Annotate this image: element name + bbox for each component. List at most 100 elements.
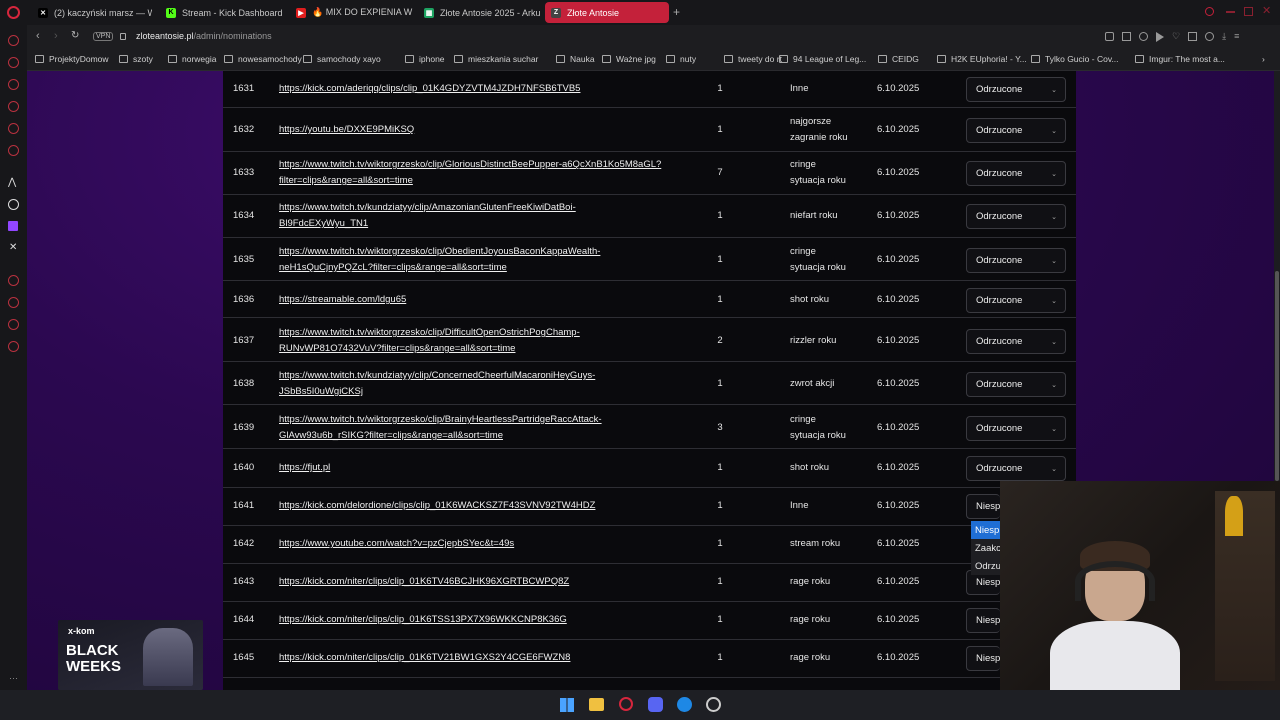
dropdown-option[interactable]: Niesp <box>971 521 1001 539</box>
bookmark-item[interactable]: H2K EUphoria! - Y... <box>937 54 1027 64</box>
obs-icon[interactable] <box>706 697 721 712</box>
category-line: shot roku <box>790 462 830 473</box>
account-icon[interactable] <box>1205 32 1215 41</box>
status-select[interactable]: Odrzucone ⌄ <box>966 288 1066 313</box>
nomination-link[interactable]: https://www.youtube.com/watch?v=pzCjepbS… <box>279 536 709 552</box>
messenger-icon[interactable] <box>8 101 19 112</box>
bookmark-item[interactable]: tweety do rt <box>724 54 782 64</box>
back-icon[interactable]: ‹ <box>36 30 40 42</box>
nomination-link[interactable]: https://kick.com/niter/clips/clip_01K6TV… <box>279 650 709 666</box>
status-select[interactable]: Odrzucone ⌄ <box>966 77 1066 102</box>
opera-logo-icon[interactable] <box>7 6 20 19</box>
play-icon[interactable] <box>1156 32 1164 42</box>
nomination-link[interactable]: https://www.twitch.tv/wiktorgrzesko/clip… <box>279 325 709 357</box>
nomination-link[interactable]: https://kick.com/niter/clips/clip_01K6TS… <box>279 612 709 628</box>
status-value: Odrzucone <box>976 211 1023 222</box>
minimize-icon[interactable] <box>1226 11 1235 13</box>
close-window-icon[interactable]: ✕ <box>1262 4 1271 17</box>
status-select[interactable]: Odrzucone ⌄ <box>966 456 1066 481</box>
status-select[interactable]: Odrzucone ⌄ <box>966 161 1066 186</box>
status-select[interactable]: Odrzucone ⌄ <box>966 416 1066 441</box>
nomination-link[interactable]: https://www.twitch.tv/kundziatyy/clip/Am… <box>279 200 709 232</box>
bookmark-item[interactable]: Imgur: The most a... <box>1135 54 1225 64</box>
heart-icon[interactable]: ♡ <box>1172 32 1180 42</box>
bookmark-item[interactable]: szoty <box>119 54 153 64</box>
nomination-link[interactable]: https://kick.com/aderiqq/clips/clip_01K4… <box>279 81 709 97</box>
bookmark-item[interactable]: CEIDG <box>878 54 919 64</box>
dropdown-option[interactable]: Odrzu <box>971 557 1001 575</box>
nomination-id: 1645 <box>233 652 255 663</box>
aria-icon[interactable] <box>8 57 19 68</box>
maximize-icon[interactable] <box>1244 7 1253 16</box>
nomination-link[interactable]: https://www.twitch.tv/wiktorgrzesko/clip… <box>279 244 709 276</box>
history-icon[interactable] <box>8 275 19 286</box>
bookmark-item[interactable]: Tylko Gucio - Cov... <box>1031 54 1119 64</box>
folder-icon <box>224 55 233 63</box>
search-tabs-icon[interactable] <box>1205 7 1214 16</box>
url-field[interactable]: zloteantosie.pl/admin/nominations <box>136 31 272 41</box>
ad-headline-1: BLACK <box>66 642 119 659</box>
bookmark-item[interactable]: iphone <box>405 54 445 64</box>
more-icon[interactable]: ⋯ <box>9 673 18 684</box>
bookmark-item[interactable]: 94 League of Leg... <box>779 54 866 64</box>
nomination-link[interactable]: https://www.twitch.tv/wiktorgrzesko/clip… <box>279 157 709 189</box>
nomination-link[interactable]: https://youtu.be/DXXE9PMiKSQ <box>279 122 709 138</box>
home-icon[interactable] <box>8 35 19 46</box>
scrollbar-thumb[interactable] <box>1275 271 1279 481</box>
status-select[interactable]: Odrzucone ⌄ <box>966 329 1066 354</box>
new-tab-button[interactable]: + <box>673 5 680 19</box>
status-select[interactable]: Niesp <box>966 608 1000 633</box>
tab-twitter[interactable]: ✕ (2) kaczyński marsz — W <box>32 2 152 23</box>
bookmark-item[interactable]: norwegia <box>168 54 217 64</box>
tab-zlote-antosie[interactable]: Z Złote Antosie <box>545 2 669 23</box>
bookmarks-more-icon[interactable]: › <box>1262 54 1265 64</box>
nomination-link[interactable]: https://streamable.com/ldgu65 <box>279 292 709 308</box>
bookmark-item[interactable]: samochody xayo <box>303 54 381 64</box>
tab-youtube-mix[interactable]: ▶ 🔥 MIX DO EXPIENIA W <box>290 2 415 23</box>
status-select[interactable]: Odrzucone ⌄ <box>966 204 1066 229</box>
opera-taskbar-icon[interactable] <box>619 697 633 711</box>
bookmark-item[interactable]: mieszkania suchar <box>454 54 538 64</box>
bookmark-item[interactable]: Ważne jpg <box>602 54 656 64</box>
extensions-icon[interactable] <box>1188 32 1198 41</box>
tab-kick-dashboard[interactable]: K Stream - Kick Dashboard <box>160 2 285 23</box>
bookmark-item[interactable]: nowesamochody <box>224 54 302 64</box>
whatsapp-icon[interactable] <box>8 123 19 134</box>
menu-icon[interactable]: ≡ <box>1234 32 1239 42</box>
nomination-link[interactable]: https://www.twitch.tv/wiktorgrzesko/clip… <box>279 412 709 444</box>
tab-spreadsheet[interactable]: ▦ Złote Antosie 2025 - Arku <box>418 2 540 23</box>
forward-icon[interactable]: › <box>54 30 58 42</box>
messenger-taskbar-icon[interactable] <box>677 697 692 712</box>
dropdown-option[interactable]: Zaakc <box>971 539 1001 557</box>
reload-icon[interactable]: ↻ <box>71 30 79 41</box>
nomination-link[interactable]: https://kick.com/delordione/clips/clip_0… <box>279 498 709 514</box>
snapshot-icon[interactable] <box>1122 32 1131 41</box>
chatgpt-icon[interactable] <box>8 199 19 210</box>
x-sidebar-icon[interactable]: ✕ <box>9 242 17 253</box>
shopping-icon[interactable] <box>8 79 19 90</box>
pin-icon[interactable] <box>1105 32 1114 41</box>
vpn-badge[interactable]: VPN <box>93 32 114 41</box>
start-icon[interactable] <box>560 698 574 712</box>
status-select[interactable]: Odrzucone ⌄ <box>966 248 1066 273</box>
kick-sidebar-icon[interactable]: ⋀ <box>8 177 16 188</box>
status-select[interactable]: Odrzucone ⌄ <box>966 118 1066 143</box>
extensions-sidebar-icon[interactable] <box>8 319 19 330</box>
twitch-icon[interactable] <box>8 221 18 231</box>
bookmark-item[interactable]: Nauka <box>556 54 595 64</box>
status-select[interactable]: Niesp <box>966 494 1000 519</box>
file-explorer-icon[interactable] <box>589 698 604 711</box>
settings-icon[interactable] <box>8 341 19 352</box>
status-select[interactable]: Odrzucone ⌄ <box>966 372 1066 397</box>
bookmark-item[interactable]: ProjektyDomow <box>35 54 109 64</box>
bookmark-item[interactable]: nuty <box>666 54 696 64</box>
clock-icon[interactable] <box>8 297 19 308</box>
share-icon[interactable] <box>1139 32 1148 41</box>
instagram-icon[interactable] <box>8 145 19 156</box>
nomination-link[interactable]: https://www.twitch.tv/kundziatyy/clip/Co… <box>279 368 709 400</box>
nomination-link[interactable]: https://kick.com/niter/clips/clip_01K6TV… <box>279 574 709 590</box>
discord-icon[interactable] <box>648 697 663 712</box>
status-select[interactable]: Niesp <box>966 646 1000 671</box>
download-icon[interactable]: ⤓ <box>1222 32 1226 42</box>
nomination-link[interactable]: https://fjut.pl <box>279 460 709 476</box>
